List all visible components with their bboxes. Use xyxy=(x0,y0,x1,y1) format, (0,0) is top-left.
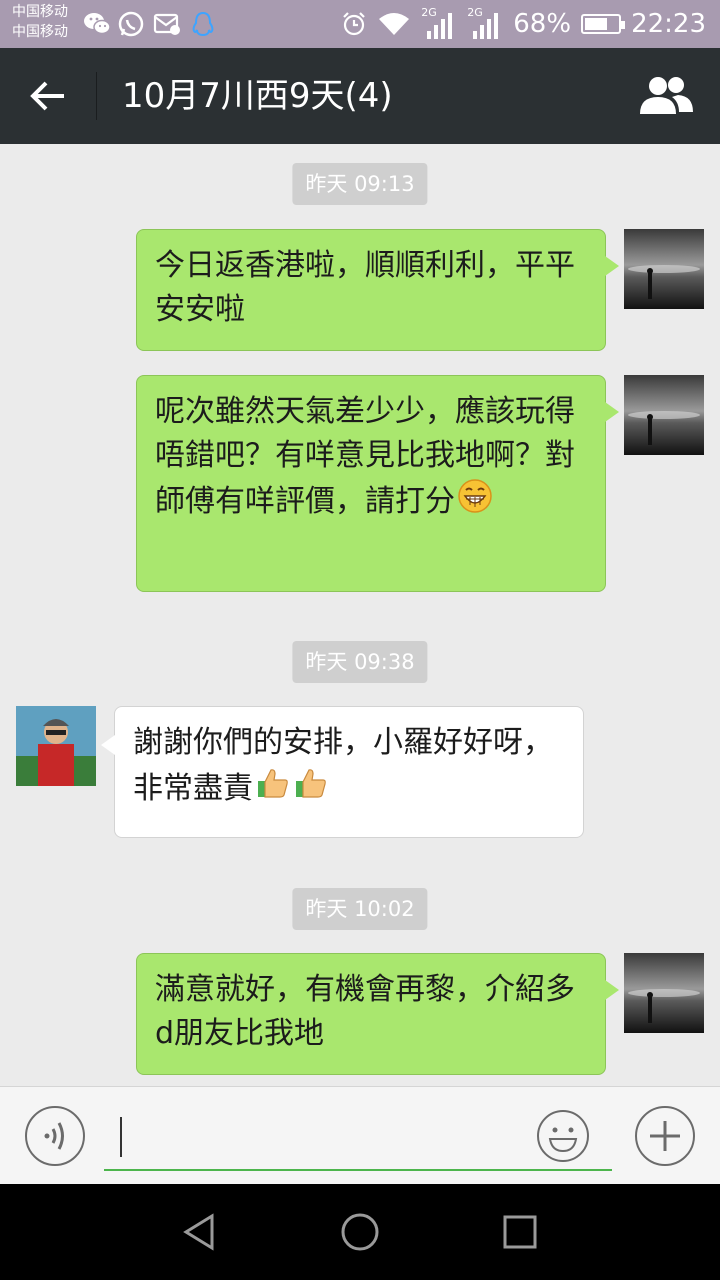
battery-icon xyxy=(581,14,626,34)
chat-title: 10月7川西9天(4) xyxy=(122,76,393,116)
my-avatar[interactable] xyxy=(624,953,704,1033)
nav-recents-button[interactable] xyxy=(498,1210,542,1254)
group-members-button[interactable] xyxy=(638,74,694,118)
signal-icon: 2G xyxy=(467,7,503,41)
grinning-face-emoji xyxy=(457,478,493,527)
status-bar: 中国移动 中国移动 2G 2G 68% 22:23 xyxy=(0,0,720,48)
mail-icon xyxy=(153,13,180,35)
alarm-icon xyxy=(343,12,366,36)
navigation-bar xyxy=(0,1184,720,1280)
thumbs-up-emoji xyxy=(255,765,291,814)
group-members-icon xyxy=(640,77,693,114)
timestamp: 昨天 09:13 xyxy=(292,163,428,205)
emoji-button[interactable] xyxy=(536,1109,590,1163)
plus-icon xyxy=(635,1106,695,1166)
chat-area[interactable]: 昨天 09:13 今日返香港啦，順順利利，平平安安啦 呢次雖然天氣差少少，應該玩… xyxy=(0,144,720,1086)
text-cursor xyxy=(120,1117,122,1157)
message-text: 呢次雖然天氣差少少，應該玩得唔錯吧？有咩意見比我地啊？對師傅有咩評價，請打分 xyxy=(155,394,575,519)
input-bar xyxy=(0,1086,720,1185)
signal-icon: 2G xyxy=(421,7,457,41)
contact-avatar[interactable] xyxy=(16,706,96,786)
arrow-left-icon xyxy=(30,81,64,111)
nav-home-button[interactable] xyxy=(338,1210,382,1254)
timestamp: 昨天 10:02 xyxy=(292,888,428,930)
status-time: 22:23 xyxy=(631,9,706,39)
home-circle-icon xyxy=(341,1213,379,1251)
recents-square-icon xyxy=(503,1215,537,1249)
carrier-1: 中国移动 xyxy=(12,4,68,20)
wechat-icon xyxy=(84,13,111,35)
message-bubble-outgoing[interactable]: 滿意就好，有機會再黎，介紹多d朋友比我地 xyxy=(136,953,619,1075)
carrier-info: 中国移动 中国移动 xyxy=(12,2,68,42)
battery-fill xyxy=(585,18,607,30)
nav-back-button[interactable] xyxy=(178,1210,222,1254)
emoji-icon xyxy=(537,1110,589,1162)
status-right: 2G 2G 68% 22:23 xyxy=(341,0,706,48)
message-text: 謝謝你們的安排，小羅好好呀，非常盡責 xyxy=(133,725,553,806)
back-button[interactable] xyxy=(20,72,76,120)
thumbs-up-emoji xyxy=(293,765,329,814)
carrier-2: 中国移动 xyxy=(12,24,68,40)
message-bubble-incoming[interactable]: 謝謝你們的安排，小羅好好呀，非常盡責 xyxy=(101,706,584,838)
voice-button[interactable] xyxy=(24,1105,86,1167)
battery-percent: 68% xyxy=(513,9,572,39)
back-triangle-icon xyxy=(183,1213,214,1251)
voice-icon xyxy=(25,1106,85,1166)
timestamp: 昨天 09:38 xyxy=(292,641,428,683)
message-bubble-outgoing[interactable]: 呢次雖然天氣差少少，應該玩得唔錯吧？有咩意見比我地啊？對師傅有咩評價，請打分 xyxy=(136,375,619,592)
more-button[interactable] xyxy=(634,1105,696,1167)
qq-icon xyxy=(192,11,214,37)
my-avatar[interactable] xyxy=(624,375,704,455)
whatsapp-icon xyxy=(118,11,144,37)
my-avatar[interactable] xyxy=(624,229,704,309)
title-bar: 10月7川西9天(4) xyxy=(0,48,720,144)
message-bubble-outgoing[interactable]: 今日返香港啦，順順利利，平平安安啦 xyxy=(136,229,619,351)
wifi-icon xyxy=(379,13,410,35)
title-divider xyxy=(96,72,97,120)
